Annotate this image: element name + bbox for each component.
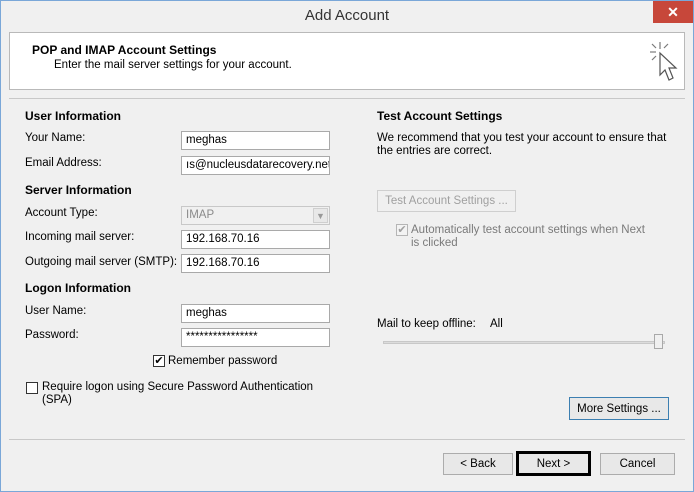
spa-label: Require logon using Secure Password Auth… bbox=[42, 381, 314, 393]
email-address-label: Email Address: bbox=[25, 157, 102, 169]
cursor-sparkle-icon bbox=[650, 42, 678, 81]
user-info-heading: User Information bbox=[25, 109, 122, 123]
test-settings-description-cont: the entries are correct. bbox=[377, 145, 493, 157]
close-button[interactable]: ✕ bbox=[653, 1, 693, 23]
incoming-server-label: Incoming mail server: bbox=[25, 231, 135, 243]
user-name-label: User Name: bbox=[25, 305, 87, 317]
top-separator bbox=[9, 98, 685, 99]
offline-slider-track[interactable] bbox=[383, 341, 665, 344]
auto-test-checkbox[interactable]: ✔ bbox=[396, 224, 408, 236]
close-icon: ✕ bbox=[667, 3, 679, 20]
cancel-button[interactable]: Cancel bbox=[600, 453, 675, 475]
window-title: Add Account bbox=[304, 7, 390, 24]
header-panel: POP and IMAP Account Settings Enter the … bbox=[9, 32, 685, 90]
more-settings-button[interactable]: More Settings ... bbox=[569, 397, 669, 420]
mail-offline-value: All bbox=[490, 318, 503, 330]
auto-test-label-cont: is clicked bbox=[411, 237, 458, 249]
email-address-input[interactable]: ıs@nucleusdatarecovery.net bbox=[181, 156, 330, 175]
chevron-down-icon: ▼ bbox=[313, 208, 328, 223]
outgoing-server-label: Outgoing mail server (SMTP): bbox=[25, 256, 178, 268]
your-name-label: Your Name: bbox=[25, 132, 86, 144]
auto-test-label: Automatically test account settings when… bbox=[411, 224, 645, 236]
bottom-separator bbox=[9, 439, 685, 440]
password-input[interactable]: **************** bbox=[181, 328, 330, 347]
spa-label-cont: (SPA) bbox=[42, 394, 72, 406]
remember-password-checkbox[interactable]: ✔ bbox=[153, 355, 165, 367]
checkmark-icon: ✔ bbox=[154, 354, 164, 367]
checkmark-icon: ✔ bbox=[397, 223, 407, 236]
spa-checkbox[interactable] bbox=[26, 382, 38, 394]
header-subtitle: Enter the mail server settings for your … bbox=[54, 59, 292, 71]
test-settings-description: We recommend that you test your account … bbox=[377, 132, 667, 144]
test-account-settings-button[interactable]: Test Account Settings ... bbox=[377, 190, 516, 212]
server-info-heading: Server Information bbox=[25, 183, 132, 197]
outgoing-server-input[interactable]: 192.168.70.16 bbox=[181, 254, 330, 273]
test-settings-heading: Test Account Settings bbox=[377, 109, 503, 123]
account-type-label: Account Type: bbox=[25, 207, 98, 219]
add-account-dialog: Add Account ✕ POP and IMAP Account Setti… bbox=[0, 0, 694, 492]
account-type-select: IMAP ▼ bbox=[181, 206, 330, 225]
offline-slider-thumb[interactable] bbox=[654, 334, 663, 349]
incoming-server-input[interactable]: 192.168.70.16 bbox=[181, 230, 330, 249]
logon-info-heading: Logon Information bbox=[25, 281, 131, 295]
password-label: Password: bbox=[25, 329, 79, 341]
account-type-value: IMAP bbox=[186, 209, 215, 221]
mail-offline-label: Mail to keep offline: bbox=[377, 318, 476, 330]
remember-password-label: Remember password bbox=[168, 355, 278, 367]
header-title: POP and IMAP Account Settings bbox=[32, 43, 217, 57]
next-button[interactable]: Next > bbox=[516, 451, 591, 476]
user-name-input[interactable]: meghas bbox=[181, 304, 330, 323]
title-bar: Add Account ✕ bbox=[1, 1, 693, 32]
back-button[interactable]: < Back bbox=[443, 453, 513, 475]
your-name-input[interactable]: meghas bbox=[181, 131, 330, 150]
